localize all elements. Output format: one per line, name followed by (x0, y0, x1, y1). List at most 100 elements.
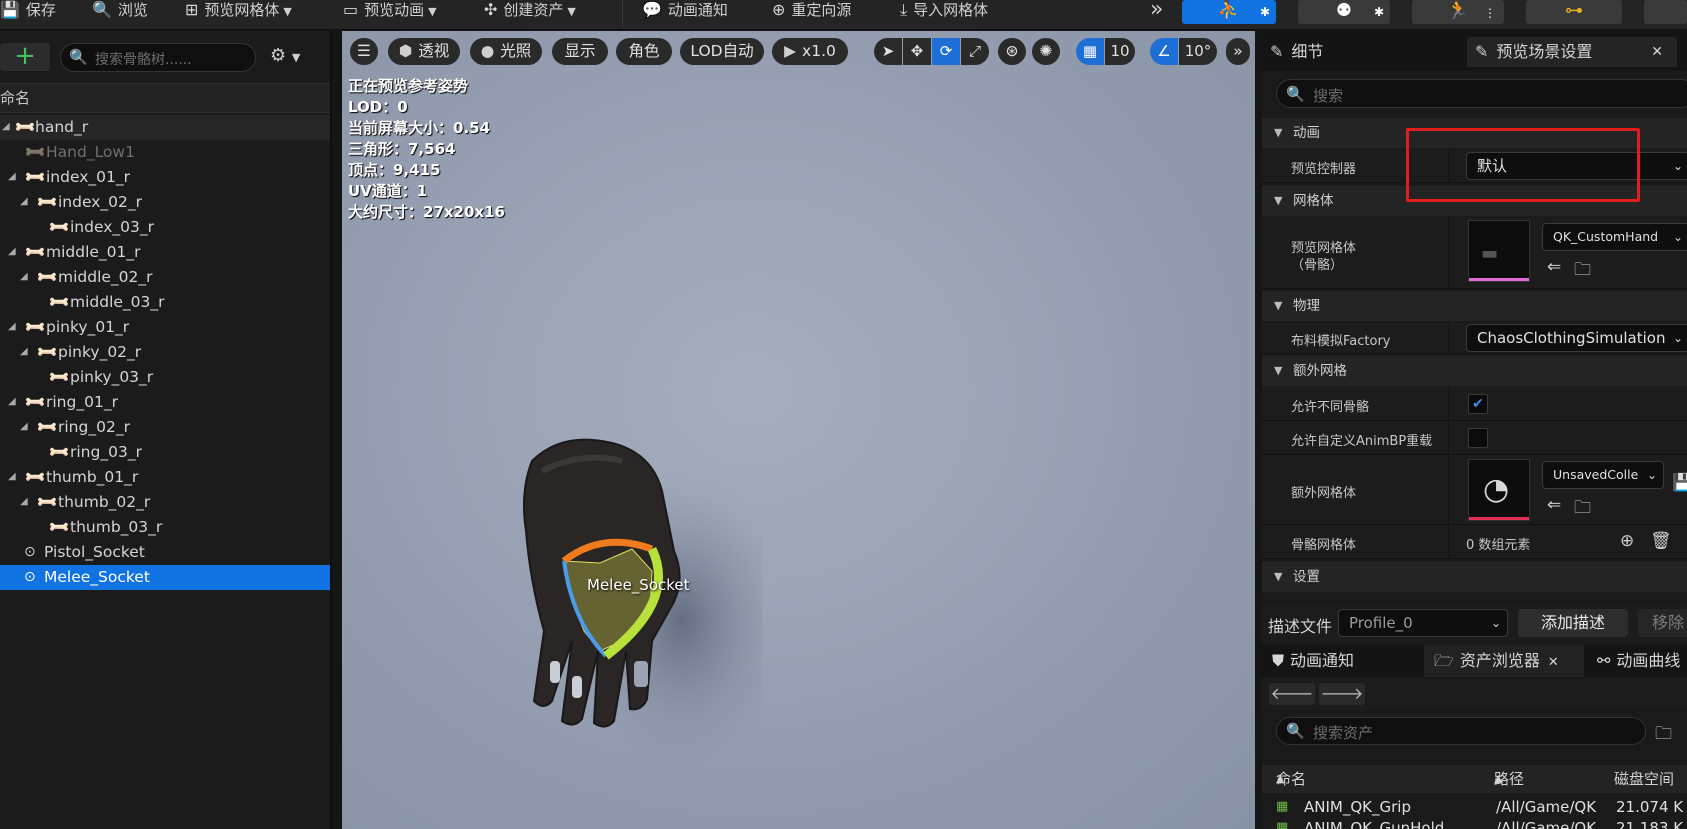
asset-search-input[interactable]: 🔍 搜索资产 (1276, 717, 1646, 745)
angle-size-button[interactable]: 10° (1179, 38, 1217, 65)
tree-row-index-03[interactable]: 🦴 index_03_r (0, 214, 330, 240)
expand-arrow-icon[interactable]: ◢ (8, 165, 16, 189)
lod-auto-button[interactable]: LOD自动 (680, 38, 764, 65)
expand-arrow-icon[interactable]: ◢ (20, 490, 28, 514)
tree-row-pistol-socket[interactable]: ⊙ Pistol_Socket (0, 540, 330, 565)
settings-gear-icon[interactable]: ⚙ ▼ (270, 45, 300, 66)
expand-arrow-icon[interactable]: ◢ (8, 315, 16, 339)
save-button[interactable]: 💾 保存 (0, 0, 56, 20)
anim-notify-button[interactable]: 💬 动画通知 (642, 0, 728, 20)
remove-description-button[interactable]: 移除 (1638, 609, 1687, 637)
back-button[interactable]: 🡐 (1269, 683, 1315, 705)
blueprint-mode-button[interactable]: ⊶ (1526, 0, 1622, 24)
close-icon[interactable]: ✕ (1548, 655, 1559, 670)
profile-select[interactable]: Profile_0 ⌄ (1338, 609, 1508, 637)
import-mesh-button[interactable]: ⤓ 导入网格体 (900, 0, 988, 20)
folder-icon[interactable]: 🗀 (1655, 721, 1672, 750)
expand-arrow-icon[interactable]: ◢ (20, 265, 28, 289)
forward-button[interactable]: 🡒 (1319, 683, 1365, 705)
browse-asset-icon[interactable]: 🗀 (1574, 257, 1591, 286)
tree-row-ring-03[interactable]: 🦴 ring_03_r (0, 439, 330, 465)
viewport-more-button[interactable]: » (1226, 38, 1250, 65)
preview-mesh-menu[interactable]: ⊞ 预览网格体 ▼ (185, 0, 292, 20)
save-icon[interactable]: 💾 (1672, 473, 1687, 493)
preview-anim-menu[interactable]: ▭ 预览动画 ▼ (343, 0, 437, 20)
allow-diff-skeleton-checkbox[interactable]: ✔ (1468, 394, 1488, 414)
trash-icon[interactable]: 🗑 (1650, 531, 1672, 551)
cloth-factory-select[interactable]: ChaosClothingSimulation ⌄ (1466, 324, 1687, 352)
animation-mode-button[interactable]: 🏃 ⋮ (1412, 0, 1504, 24)
create-asset-menu[interactable]: ✣ 创建资产 ▼ (484, 0, 576, 20)
retarget-source-button[interactable]: ⊕ 重定向源 (772, 0, 851, 20)
tab-anim-notify[interactable]: ⛊ 动画通知 (1262, 645, 1422, 677)
expand-arrow-icon[interactable]: ◢ (8, 390, 16, 414)
extra-mesh-thumbnail[interactable]: ◔ (1468, 459, 1530, 521)
tree-row-pinky-01[interactable]: ◢ 🦴 pinky_01_r (0, 314, 330, 340)
grid-size-button[interactable]: 10 (1105, 38, 1135, 65)
tree-row-thumb-03[interactable]: 🦴 thumb_03_r (0, 514, 330, 540)
show-button[interactable]: 显示 (552, 38, 608, 65)
expand-arrow-icon[interactable]: ◢ (20, 340, 28, 364)
tree-row-pinky-03[interactable]: 🦴 pinky_03_r (0, 364, 330, 390)
tree-row-ring-02[interactable]: ◢ 🦴 ring_02_r (0, 414, 330, 440)
expand-arrow-icon[interactable]: ◢ (20, 190, 28, 214)
lighting-button[interactable]: ● 光照 (470, 38, 542, 65)
tree-column-header[interactable]: 命名 (0, 83, 330, 113)
extra-mesh-select[interactable]: UnsavedColle ⌄ (1542, 461, 1664, 489)
tree-row-middle-03[interactable]: 🦴 middle_03_r (0, 289, 330, 315)
viewport-menu-button[interactable]: ☰ (350, 38, 378, 65)
surface-snap-button[interactable]: ✺ (1032, 38, 1060, 65)
close-icon[interactable]: ✕ (1651, 37, 1663, 67)
expand-arrow-icon[interactable]: ◢ (2, 115, 10, 139)
col-disk-header[interactable]: 磁盘空间 (1614, 765, 1674, 793)
glove-model[interactable] (502, 431, 762, 771)
tree-row-index-02[interactable]: ◢ 🦴 index_02_r (0, 189, 330, 215)
section-settings[interactable]: ▼ 设置 (1262, 562, 1687, 592)
use-selected-icon[interactable]: ⇐ (1547, 495, 1561, 515)
expand-arrow-icon[interactable]: ◢ (8, 240, 16, 264)
select-tool-button[interactable]: ➤ (874, 38, 902, 65)
tree-row-middle-01[interactable]: ◢ 🦴 middle_01_r (0, 239, 330, 265)
add-description-button[interactable]: 添加描述 (1518, 609, 1628, 637)
expand-arrow-icon[interactable]: ◢ (8, 465, 16, 489)
scale-tool-button[interactable]: ⤢ (961, 38, 989, 65)
rotate-tool-button[interactable]: ⟳ (932, 38, 960, 65)
coord-space-button[interactable]: ⊛ (998, 38, 1026, 65)
tree-row-hand-low1[interactable]: 🦴 Hand_Low1 (0, 139, 330, 165)
tree-row-middle-02[interactable]: ◢ 🦴 middle_02_r (0, 264, 330, 290)
tree-row-melee-socket[interactable]: ⊙ Melee_Socket (0, 565, 330, 590)
tab-preview-scene-settings[interactable]: ✎ 预览场景设置 ✕ (1467, 37, 1677, 67)
preview-viewport[interactable]: ☰ ⬢ 透视 ● 光照 显示 角色 LOD自动 ▶ x1.0 ➤ ✥ ⟳ ⤢ ⊛ ✺ … (342, 31, 1255, 829)
angle-snap-toggle[interactable]: ∠ (1150, 38, 1178, 65)
allow-custom-animbp-checkbox[interactable] (1468, 428, 1488, 448)
tree-row-thumb-02[interactable]: ◢ 🦴 thumb_02_r (0, 489, 330, 515)
tab-asset-browser[interactable]: 🗁 资产浏览器 ✕ (1424, 645, 1584, 677)
play-speed-button[interactable]: ▶ x1.0 (772, 38, 848, 65)
skeleton-search-input[interactable]: 🔍 搜索骨骼树...... (60, 43, 256, 72)
mesh-mode-button[interactable]: ⚉ ✱ (1298, 0, 1390, 24)
tree-row-thumb-01[interactable]: ◢ 🦴 thumb_01_r (0, 464, 330, 490)
add-bone-button[interactable]: + (0, 43, 50, 71)
asset-row[interactable]: ▦ ANIM_QK_GunHold /All/Game/QK 21.183 K (1262, 817, 1687, 829)
grid-snap-toggle[interactable]: ▦ (1076, 38, 1104, 65)
browse-button[interactable]: 🔍 浏览 (92, 0, 148, 20)
tab-details[interactable]: ✎ 细节 (1262, 37, 1442, 67)
section-extra-mesh[interactable]: ▼ 额外网格 (1262, 356, 1687, 386)
tree-row-hand-r[interactable]: ◢ 🦴 hand_r (0, 114, 330, 140)
preview-mesh-select[interactable]: QK_CustomHand ⌄ (1542, 223, 1687, 251)
character-button[interactable]: 角色 (616, 38, 672, 65)
expand-arrow-icon[interactable]: ◢ (20, 415, 28, 439)
skeleton-mode-button[interactable]: ⛹ ✱ (1182, 0, 1276, 24)
translate-tool-button[interactable]: ✥ (903, 38, 931, 65)
tree-row-ring-01[interactable]: ◢ 🦴 ring_01_r (0, 389, 330, 415)
asset-row[interactable]: ▦ ANIM_QK_Grip /All/Game/QK 21.074 K (1262, 796, 1687, 818)
more-chevron-icon[interactable]: » (1150, 0, 1163, 21)
preview-mesh-thumbnail[interactable]: ▬ (1468, 220, 1530, 282)
tree-row-index-01[interactable]: ◢ 🦴 index_01_r (0, 164, 330, 190)
browse-asset-icon[interactable]: 🗀 (1574, 495, 1591, 524)
tab-anim-curve[interactable]: ⚯ 动画曲线 (1587, 645, 1687, 677)
physics-mode-button[interactable] (1644, 0, 1687, 24)
tree-row-pinky-02[interactable]: ◢ 🦴 pinky_02_r (0, 339, 330, 365)
section-physics[interactable]: ▼ 物理 (1262, 291, 1687, 321)
use-selected-icon[interactable]: ⇐ (1547, 257, 1561, 277)
